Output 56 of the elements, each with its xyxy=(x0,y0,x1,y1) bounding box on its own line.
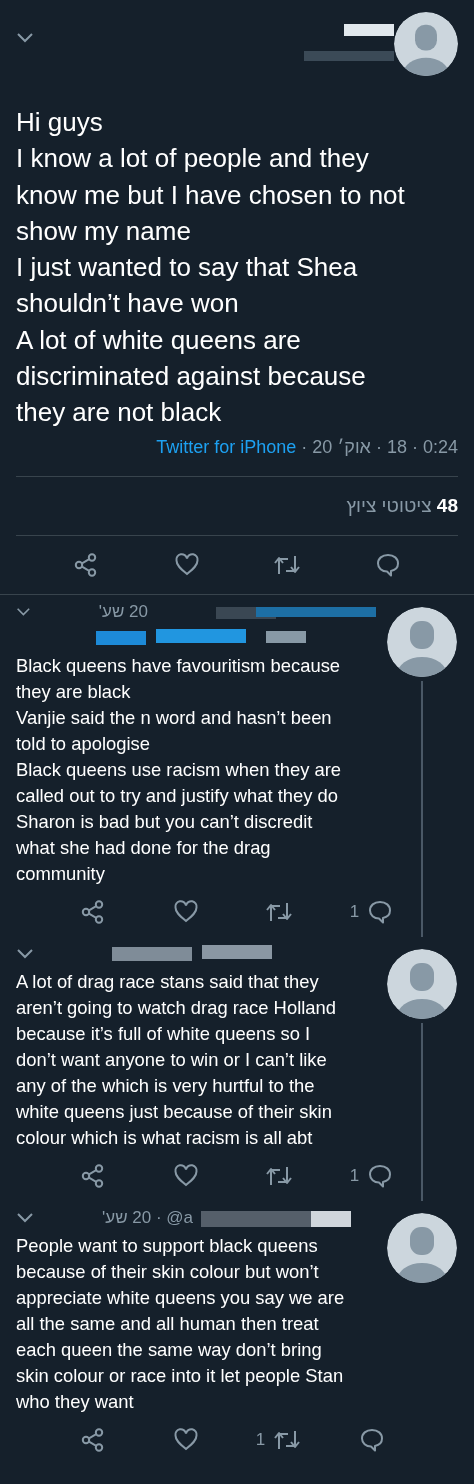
reply-meta: 20 שע' xyxy=(98,601,148,622)
reply-text: A lot of drag race stans said that they xyxy=(16,969,319,994)
reply-text: they are black xyxy=(16,679,131,704)
reply-text: Black queens use racism when they are xyxy=(16,757,342,782)
avatar-icon[interactable] xyxy=(387,1212,457,1283)
reply-text: any of the which is very hurtful to the xyxy=(16,1073,315,1098)
reply-text: what she had done for the drag xyxy=(16,835,271,860)
tweet-text: show my name xyxy=(16,214,191,248)
reply-text: white queens just because of their skin xyxy=(16,1099,332,1124)
reply-text: called out to try and justify what they do xyxy=(16,783,339,808)
tweet-text: I know a lot of people and they xyxy=(16,142,369,176)
avatar-icon[interactable] xyxy=(394,12,458,76)
comment-icon[interactable] xyxy=(367,1162,394,1189)
comment-icon[interactable] xyxy=(367,898,394,925)
source-link[interactable]: Twitter for iPhone xyxy=(156,436,297,457)
chevron-down-icon[interactable] xyxy=(16,32,34,44)
tweet-text: Hi guys xyxy=(16,106,103,139)
tweet-text: A lot of white queens are xyxy=(16,323,301,357)
reply-text: who they want xyxy=(16,1389,134,1414)
reply-text: because it’s full of white queens so I xyxy=(16,1021,311,1046)
reply-text: People want to support black queens xyxy=(16,1233,318,1258)
reply-text: appreciate white queens you say we are xyxy=(16,1285,345,1310)
reply-count: 1 xyxy=(349,901,360,922)
tweet-text: discriminated against because xyxy=(16,360,366,394)
comment-icon[interactable] xyxy=(358,1426,385,1453)
reply-text: each queen the same way don’t bring xyxy=(16,1337,322,1362)
reply-text: aren’t going to watch drag race Holland xyxy=(16,995,336,1020)
chevron-down-icon[interactable] xyxy=(16,947,34,960)
reply-text: all the same and all human then treat xyxy=(16,1311,319,1336)
reply-text: skin colour or race into it let people Stan xyxy=(16,1363,344,1388)
tweet-text: they are not black xyxy=(16,396,222,430)
share-icon[interactable] xyxy=(79,1426,106,1453)
reply-text: colour which is what racism is all abt xyxy=(16,1125,313,1150)
heart-icon[interactable] xyxy=(173,551,200,578)
comment-icon[interactable] xyxy=(374,551,401,578)
heart-icon[interactable] xyxy=(172,1162,199,1189)
chevron-down-icon[interactable] xyxy=(16,605,31,618)
reply-text: Vanjie said the n word and hasn’t been xyxy=(16,705,332,730)
reply-count: 1 xyxy=(349,1165,360,1186)
tweet-text: I just wanted to say that Shea xyxy=(16,251,358,285)
chevron-down-icon[interactable] xyxy=(16,1211,34,1224)
avatar-icon[interactable] xyxy=(387,606,457,677)
reply-text: Black queens have favouritism because xyxy=(16,653,341,678)
tweet-text: know me but I have chosen to not xyxy=(16,178,405,212)
reply-text: because of their skin colour but won’t xyxy=(16,1259,319,1284)
tweet-text: shouldn’t have won xyxy=(16,287,239,321)
share-icon[interactable] xyxy=(79,898,106,925)
share-icon[interactable] xyxy=(79,1162,106,1189)
reply-text: told to apologise xyxy=(16,731,150,756)
reply-text: Sharon is bad but you can’t discredit xyxy=(16,809,313,834)
avatar-icon[interactable] xyxy=(387,948,457,1019)
retweet-count: 1 xyxy=(255,1429,266,1450)
heart-icon[interactable] xyxy=(172,898,199,925)
reply-text: don’t want anyone to win or I can’t like xyxy=(16,1047,327,1072)
reply-text: community xyxy=(16,861,105,886)
heart-icon[interactable] xyxy=(172,1426,199,1453)
